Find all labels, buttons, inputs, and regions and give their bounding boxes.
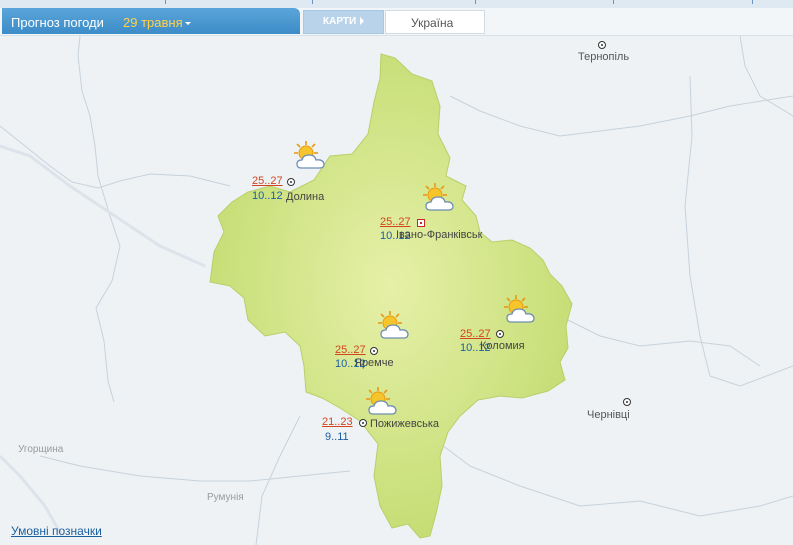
- sun-cloud-icon: [294, 141, 325, 169]
- city-marker-ivano-frankivsk[interactable]: [417, 219, 425, 227]
- weather-map[interactable]: Тернопіль Чернівці Угорщина Румунія 25..…: [0, 36, 793, 545]
- city-marker-kolomyia[interactable]: [496, 330, 504, 338]
- temp-max: 25..27: [335, 344, 366, 356]
- city-label[interactable]: Івано-Франківськ: [396, 229, 482, 241]
- neighbor-river: [0, 144, 206, 268]
- place-chernivtsi: Чернівці: [587, 409, 630, 421]
- city-marker-pozhyzhevska[interactable]: [359, 419, 367, 427]
- sun-cloud-icon: [378, 311, 409, 339]
- tab-forecast[interactable]: Прогноз погоди 29 травня: [2, 8, 300, 34]
- top-strip-divider: [475, 0, 476, 4]
- temp-max: 25..27: [380, 216, 411, 228]
- temp-min: 9..11: [325, 431, 349, 443]
- arrow-right-icon: [360, 17, 364, 25]
- maps-label: КАРТИ: [323, 16, 357, 27]
- top-strip-divider: [165, 0, 166, 4]
- tab-ukraine[interactable]: Україна: [385, 10, 485, 34]
- sun-cloud-icon: [366, 387, 397, 415]
- city-label[interactable]: Коломия: [480, 340, 525, 352]
- sun-cloud-icon: [423, 183, 454, 211]
- city-label[interactable]: Долина: [286, 191, 324, 203]
- date-selector[interactable]: 29 травня: [123, 15, 183, 30]
- city-label[interactable]: Яремче: [354, 357, 394, 369]
- chevron-down-icon[interactable]: [185, 22, 191, 25]
- temp-max: 21..23: [322, 416, 353, 428]
- forecast-label: Прогноз погоди: [11, 15, 104, 30]
- place-rumuniia: Румунія: [207, 492, 244, 503]
- temp-max: 25..27: [252, 175, 283, 187]
- top-strip-divider: [312, 0, 313, 4]
- city-marker-dolyna[interactable]: [287, 178, 295, 186]
- city-label[interactable]: Пожижевська: [370, 418, 439, 430]
- tab-maps[interactable]: КАРТИ: [303, 10, 384, 34]
- ukraine-tab-label: Україна: [411, 16, 454, 30]
- ternopil-marker: [598, 41, 606, 49]
- place-ternopil: Тернопіль: [578, 51, 630, 63]
- forecast-tab-bar: Прогноз погоди 29 травня КАРТИ Україна: [0, 8, 793, 36]
- temp-max: 25..27: [460, 328, 491, 340]
- top-strip-divider: [752, 0, 753, 4]
- legend-link[interactable]: Умовні позначки: [11, 524, 102, 538]
- place-uhorshchyna: Угорщина: [18, 444, 64, 455]
- chernivtsi-marker: [623, 398, 631, 406]
- temp-min: 10..12: [252, 190, 283, 202]
- sun-cloud-icon: [504, 295, 535, 323]
- top-strip-divider: [613, 0, 614, 4]
- top-strip: [0, 0, 793, 8]
- map-canvas: [0, 36, 793, 545]
- city-marker-yaremche[interactable]: [370, 347, 378, 355]
